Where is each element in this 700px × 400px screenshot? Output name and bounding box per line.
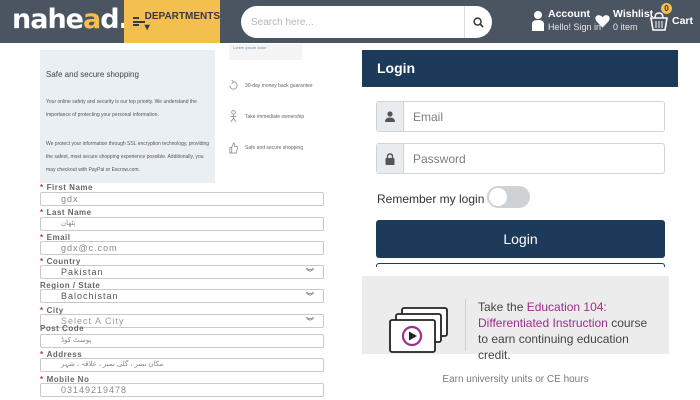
- encryption-text: We protect your information through SSL …: [46, 141, 210, 173]
- user-icon: [532, 11, 544, 31]
- search-bar: [241, 6, 492, 38]
- first-name-field[interactable]: gdx: [40, 192, 324, 206]
- lock-icon: [377, 144, 404, 173]
- toggle-knob: [489, 188, 507, 206]
- guarantee-label: Take immediate ownership: [245, 113, 305, 120]
- secondary-button-edge: [376, 263, 665, 267]
- logo-text-accent: a: [82, 4, 101, 35]
- upper-card-text: Lorem ipsum dolor: [233, 45, 267, 50]
- post-code-label: Post Code: [40, 324, 85, 333]
- last-name-field[interactable]: پٹھان: [40, 217, 324, 231]
- country-select[interactable]: Pakistan ︾: [40, 265, 324, 279]
- mobile-field[interactable]: 03149219478: [40, 383, 324, 397]
- cart-link[interactable]: Cart: [650, 11, 693, 31]
- person-icon: [230, 110, 237, 123]
- cart-label: Cart: [672, 15, 694, 27]
- login-email-input[interactable]: [404, 102, 659, 131]
- search-input[interactable]: [241, 7, 463, 37]
- login-email-field: [376, 101, 665, 132]
- video-course-icon: [389, 307, 448, 353]
- logo-text: nahe: [12, 4, 84, 35]
- login-password-field: [376, 143, 665, 174]
- top-header: nahead.pk DEPARTMENTS ▾ Account Hello! S…: [0, 0, 700, 43]
- checkout-form: * First Name gdx * Last Name پٹھان * Email …: [30, 183, 345, 400]
- ad-subtitle: Earn university units or CE hours: [442, 374, 589, 385]
- cart-count-badge: 0: [661, 3, 672, 14]
- chevron-down-icon: ︾: [306, 268, 315, 277]
- upper-card: Lorem ipsum dolor: [229, 44, 302, 60]
- safe-shopping-title: Safe and secure shopping: [46, 70, 139, 79]
- refresh-icon: [229, 79, 238, 90]
- login-title: Login: [377, 60, 416, 76]
- chevron-down-icon: ︾: [306, 292, 315, 301]
- remember-label: Remember my login: [377, 192, 485, 206]
- chevron-down-icon: ︾: [306, 317, 315, 326]
- guarantee-secure: Safe and secure shopping: [228, 141, 303, 154]
- account-title: Account: [548, 8, 590, 20]
- safe-shopping-panel: Safe and secure shopping Your online saf…: [40, 50, 215, 183]
- thumbs-up-icon: [229, 142, 239, 154]
- search-button[interactable]: [464, 6, 492, 38]
- account-link[interactable]: Account Hello! Sign in: [532, 8, 601, 34]
- ad-text: Take the Education 104: Differentiated I…: [478, 300, 648, 362]
- account-sign-in: Hello! Sign in: [548, 22, 602, 32]
- login-button[interactable]: Login: [376, 220, 665, 258]
- menu-icon: [133, 17, 145, 26]
- first-name-label: * First Name: [40, 183, 93, 192]
- wishlist-title: Wishlist: [613, 8, 654, 20]
- guarantee-money-back: 30-day money back guarantee: [228, 79, 313, 92]
- user-icon: [377, 102, 404, 131]
- ad-divider: [465, 299, 466, 351]
- cart-icon: [650, 12, 668, 31]
- guarantee-ownership: Take immediate ownership: [228, 110, 304, 123]
- login-header: Login: [362, 50, 678, 87]
- guarantee-label: 30-day money back guarantee: [245, 82, 313, 89]
- wishlist-link[interactable]: Wishlist 0 item: [595, 8, 653, 34]
- email-field[interactable]: gdx@c.com: [40, 241, 324, 255]
- wishlist-count: 0 item: [613, 22, 638, 32]
- address-field[interactable]: مکان نمبر ، گلی نمبر ، علاقہ ، شہر: [40, 358, 324, 372]
- heart-icon: [595, 15, 610, 28]
- departments-label: DEPARTMENTS ▾: [144, 10, 220, 33]
- search-icon: [473, 16, 484, 28]
- remember-toggle[interactable]: [487, 186, 530, 208]
- last-name-label: * Last Name: [40, 208, 92, 217]
- region-select[interactable]: Balochistan ︾: [40, 289, 324, 303]
- safe-shopping-text: Your online safety and security is our t…: [46, 99, 197, 118]
- guarantee-label: Safe and secure shopping: [245, 144, 304, 151]
- post-code-field[interactable]: پوسٹ کوڈ: [40, 334, 324, 348]
- departments-button[interactable]: DEPARTMENTS ▾: [124, 0, 220, 43]
- login-password-input[interactable]: [404, 144, 659, 173]
